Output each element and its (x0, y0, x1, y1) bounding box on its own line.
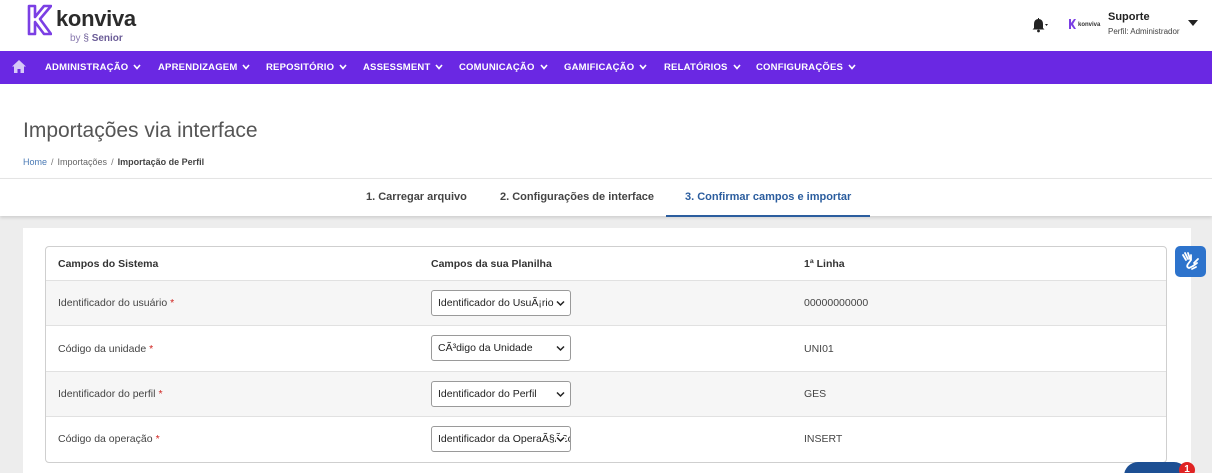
sheet-field-value: CÃ³digo da Unidade (438, 342, 533, 354)
sheet-field-value: Identificador da OperaÃ§Ã£o (438, 433, 571, 445)
required-asterisk: * (170, 297, 175, 309)
import-steps-tabs: 1. Carregar arquivo 2. Configurações de … (0, 178, 1212, 217)
system-field-label: Código da operação * (58, 433, 160, 445)
required-asterisk: * (149, 343, 154, 355)
chevron-down-icon (242, 64, 251, 71)
nav-administracao[interactable]: ADMINISTRAÇÃO (45, 51, 141, 84)
nav-repositorio[interactable]: REPOSITÓRIO (266, 51, 347, 84)
user-name[interactable]: Suporte (1108, 11, 1150, 23)
system-field-text: Código da operação (58, 433, 153, 445)
sheet-field-select[interactable]: Identificador da OperaÃ§Ã£o (431, 426, 571, 452)
system-field-label: Código da unidade * (58, 343, 153, 355)
chevron-down-icon (435, 64, 444, 71)
user-menu-caret-icon[interactable] (1188, 19, 1198, 27)
home-icon[interactable] (12, 60, 26, 73)
nav-comunicacao[interactable]: COMUNICAÇÃO (459, 51, 548, 84)
nav-configuracoes-label: CONFIGURAÇÕES (756, 62, 844, 73)
brand-by-text: by (70, 33, 81, 44)
brand-company: Senior (91, 33, 123, 44)
nav-gamificacao-label: GAMIFICAÇÃO (564, 62, 635, 73)
chat-notification-badge: 1 (1179, 462, 1195, 473)
sheet-field-select[interactable]: Identificador do UsuÃ¡rio (431, 290, 571, 316)
first-line-value: 00000000000 (804, 297, 869, 309)
system-field-text: Identificador do perfil (58, 388, 156, 400)
nav-relatorios-label: RELATÓRIOS (664, 62, 728, 73)
nav-repositorio-label: REPOSITÓRIO (266, 62, 335, 73)
top-header: konviva by § Senior konviva Suporte Perf… (0, 0, 1212, 51)
table-row: Código da unidade * CÃ³digo da Unidade UN… (46, 326, 1166, 372)
chevron-down-icon (556, 436, 565, 443)
table-row: Identificador do perfil * Identificador d… (46, 372, 1166, 417)
chevron-down-icon (556, 300, 565, 307)
nav-comunicacao-label: COMUNICAÇÃO (459, 62, 535, 73)
sheet-field-value: Identificador do Perfil (438, 388, 537, 400)
sheet-field-select[interactable]: CÃ³digo da Unidade (431, 335, 571, 361)
tab-configuracoes-interface[interactable]: 2. Configurações de interface (500, 179, 654, 217)
chevron-down-icon (556, 345, 565, 352)
field-mapping-table: Campos do Sistema Campos da sua Planilha… (45, 246, 1167, 463)
user-logo-text: konviva (1078, 22, 1101, 28)
nav-aprendizagem-label: APRENDIZAGEM (158, 62, 238, 73)
required-asterisk: * (155, 433, 160, 445)
brand-byline: by § Senior (70, 33, 123, 44)
user-role: Perfil: Administrador (1108, 27, 1180, 36)
tab-confirmar-campos[interactable]: 3. Confirmar campos e importar (666, 179, 871, 217)
nav-administracao-label: ADMINISTRAÇÃO (45, 62, 129, 73)
chevron-down-icon (339, 64, 347, 71)
main-navbar: ADMINISTRAÇÃO APRENDIZAGEM REPOSITÓRIO A… (0, 51, 1212, 84)
nav-assessment[interactable]: ASSESSMENT (363, 51, 444, 84)
page-title: Importações via interface (23, 119, 258, 142)
first-line-value: GES (804, 388, 827, 400)
sheet-field-select[interactable]: Identificador do Perfil (431, 381, 571, 407)
system-field-text: Código da unidade (58, 343, 147, 355)
konviva-k-logo-icon (27, 4, 52, 36)
notification-bell-icon[interactable] (1030, 16, 1048, 34)
sign-language-hands-icon (1182, 252, 1199, 270)
user-company-logo-icon: konviva (1069, 19, 1101, 29)
breadcrumb-current: Importação de Perfil (117, 157, 205, 167)
header-campos-sistema: Campos do Sistema (58, 258, 159, 270)
table-row: Identificador do usuário * Identificador … (46, 281, 1166, 326)
required-asterisk: * (158, 388, 163, 400)
nav-configuracoes[interactable]: CONFIGURAÇÕES (756, 51, 856, 84)
first-line-value: UNI01 (804, 343, 834, 355)
brand-name: konviva (56, 6, 136, 31)
senior-s-icon: § (83, 33, 89, 44)
chevron-down-icon (639, 64, 647, 71)
table-row: Código da operação * Identificador da Ope… (46, 417, 1166, 462)
accessibility-button[interactable] (1175, 246, 1206, 277)
sheet-field-value: Identificador do UsuÃ¡rio (438, 297, 554, 309)
nav-aprendizagem[interactable]: APRENDIZAGEM (158, 51, 251, 84)
chevron-down-icon (556, 391, 565, 398)
tab-carregar-arquivo[interactable]: 1. Carregar arquivo (366, 179, 467, 217)
header-primeira-linha: 1ª Linha (804, 258, 845, 270)
system-field-label: Identificador do usuário * (58, 297, 174, 309)
breadcrumb-separator: / (51, 157, 54, 167)
table-header-row: Campos do Sistema Campos da sua Planilha… (46, 247, 1166, 281)
chevron-down-icon (848, 64, 856, 71)
breadcrumb-importacoes-link[interactable]: Importações (58, 157, 108, 167)
breadcrumb-separator: / (111, 157, 114, 167)
nav-relatorios[interactable]: RELATÓRIOS (664, 51, 741, 84)
system-field-text: Identificador do usuário (58, 297, 168, 309)
chevron-down-icon (539, 64, 548, 71)
system-field-label: Identificador do perfil * (58, 388, 163, 400)
konviva-logo[interactable]: konviva by § Senior (26, 4, 136, 48)
chevron-down-icon (133, 64, 141, 71)
nav-gamificacao[interactable]: GAMIFICAÇÃO (564, 51, 647, 84)
breadcrumb-home-link[interactable]: Home (23, 157, 47, 167)
header-campos-planilha: Campos da sua Planilha (431, 258, 552, 270)
mapping-panel: Campos do Sistema Campos da sua Planilha… (23, 228, 1191, 473)
nav-assessment-label: ASSESSMENT (363, 62, 431, 73)
chevron-down-icon (732, 64, 741, 71)
breadcrumb: Home / Importações / Importação de Perfil (23, 157, 204, 167)
page-header: Importações via interface Home / Importaçõ… (0, 84, 1212, 178)
first-line-value: INSERT (804, 433, 843, 445)
